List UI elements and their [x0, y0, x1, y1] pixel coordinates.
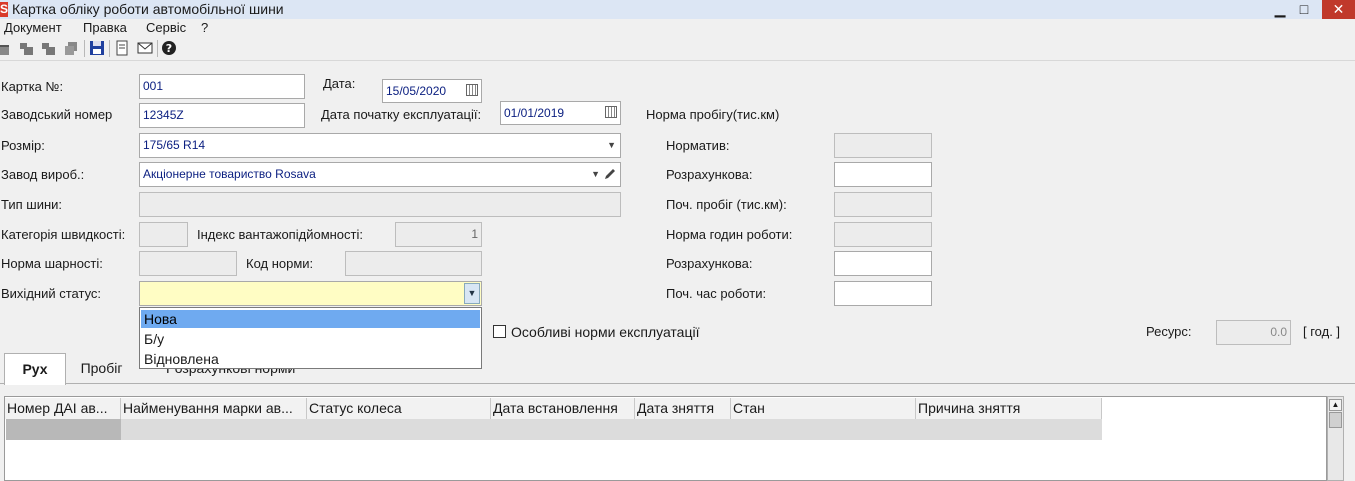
load-index-field[interactable]: 1 — [395, 222, 482, 247]
app-logo-icon: S — [0, 2, 8, 17]
load-index-label: Індекс вантажопідйомності: — [197, 227, 363, 242]
manufacturer-select[interactable]: Акціонерне товариство Rosava ▼ — [139, 162, 621, 187]
special-norms-label: Особливі норми експлуатації — [511, 324, 700, 340]
chevron-down-icon[interactable]: ▼ — [464, 283, 480, 304]
calendar-icon[interactable] — [466, 84, 478, 96]
calculated-mileage-input[interactable] — [834, 162, 932, 187]
resource-unit-label: [ год. ] — [1303, 324, 1341, 339]
resource-field[interactable]: 0.0 — [1216, 320, 1291, 345]
save-icon[interactable] — [89, 40, 105, 56]
minimize-button[interactable]: ▁ — [1268, 0, 1292, 19]
start-mileage-field[interactable] — [834, 192, 932, 217]
toolbar — [0, 37, 1355, 61]
menu-edit[interactable]: Правка — [83, 20, 127, 35]
start-date-input[interactable]: 01/01/2019 — [500, 101, 621, 125]
column-header-removal-reason[interactable]: Причина зняття — [916, 398, 1102, 419]
status-dropdown-list: Нова Б/у Відновлена — [139, 307, 482, 369]
hours-norm-field[interactable] — [834, 222, 932, 247]
initial-status-label: Вихідний статус: — [1, 286, 102, 301]
calculated-mileage-label: Розрахункова: — [666, 167, 753, 182]
scroll-thumb[interactable] — [1329, 412, 1342, 428]
speed-category-label: Категорія швидкості: — [1, 227, 126, 242]
tab-movement[interactable]: Рух — [4, 353, 66, 385]
toolbar-separator — [157, 40, 158, 57]
menu-document[interactable]: Документ — [4, 20, 62, 35]
status-option-restored[interactable]: Відновлена — [141, 350, 480, 368]
column-header-removal-date[interactable]: Дата зняття — [635, 398, 731, 419]
toolbar-separator — [84, 40, 85, 57]
toolbar-separator — [109, 40, 110, 57]
window-title: Картка обліку роботи автомобільної шини — [12, 1, 284, 17]
date-input[interactable]: 15/05/2020 — [382, 79, 482, 103]
speed-category-field[interactable] — [139, 222, 188, 247]
size-label: Розмір: — [1, 138, 45, 153]
chevron-down-icon[interactable]: ▼ — [591, 163, 600, 186]
column-header-wheel-status[interactable]: Статус колеса — [307, 398, 491, 419]
pencil-icon[interactable] — [603, 166, 617, 186]
special-norms-checkbox[interactable] — [493, 325, 506, 338]
resource-label: Ресурс: — [1146, 324, 1192, 339]
mail-icon[interactable] — [137, 40, 153, 56]
help-icon[interactable]: ? — [161, 40, 177, 56]
svg-text:?: ? — [166, 42, 172, 55]
tire-type-label: Тип шини: — [1, 197, 63, 212]
status-option-new[interactable]: Нова — [141, 310, 480, 328]
hours-norm-label: Норма годин роботи: — [666, 227, 793, 242]
start-date-label: Дата початку експлуатації: — [321, 107, 482, 122]
print-preview-icon[interactable] — [114, 40, 130, 56]
normative-label: Норматив: — [666, 138, 730, 153]
menu-help[interactable]: ? — [201, 20, 208, 35]
scroll-up-icon[interactable]: ▲ — [1329, 399, 1342, 411]
manufacturer-label: Завод вироб.: — [1, 167, 85, 182]
close-button[interactable]: ✕ — [1322, 0, 1355, 19]
norm-code-field[interactable] — [345, 251, 482, 276]
card-number-input[interactable]: 001 — [139, 74, 305, 99]
initial-status-select[interactable]: ▼ — [139, 281, 482, 306]
serial-number-label: Заводський номер — [1, 107, 113, 122]
table-row-selected-cell[interactable] — [6, 419, 121, 440]
tab-rail — [0, 383, 1355, 384]
delete-doc-icon[interactable] — [63, 40, 79, 56]
table-row[interactable] — [6, 419, 1102, 440]
normative-field[interactable] — [834, 133, 932, 158]
wear-norm-label: Норма шарності: — [1, 256, 103, 271]
column-header-plate[interactable]: Номер ДАІ ав... — [5, 398, 121, 419]
norm-code-label: Код норми: — [246, 256, 314, 271]
status-option-used[interactable]: Б/у — [141, 330, 480, 348]
calculated-hours-input[interactable] — [834, 251, 932, 276]
start-time-input[interactable] — [834, 281, 932, 306]
menu-service[interactable]: Сервіс — [146, 20, 186, 35]
serial-number-input[interactable]: 12345Z — [139, 103, 305, 128]
wear-norm-field[interactable] — [139, 251, 237, 276]
tab-mileage[interactable]: Пробіг — [64, 353, 139, 383]
card-number-label: Картка №: — [1, 79, 64, 94]
date-label: Дата: — [323, 76, 356, 91]
vertical-scrollbar[interactable]: ▲ — [1327, 396, 1344, 481]
maximize-button[interactable]: □ — [1292, 0, 1316, 19]
column-header-brand[interactable]: Найменування марки ав... — [121, 398, 307, 419]
size-select[interactable]: 175/65 R14 ▼ — [139, 133, 621, 158]
tire-type-field[interactable] — [139, 192, 621, 217]
start-time-label: Поч. час роботи: — [666, 286, 767, 301]
new-doc-icon[interactable] — [0, 40, 16, 56]
copy-doc-icon[interactable] — [41, 40, 57, 56]
start-mileage-label: Поч. пробіг (тис.км): — [666, 197, 787, 212]
calendar-icon[interactable] — [605, 106, 617, 118]
chevron-down-icon[interactable]: ▼ — [607, 134, 616, 157]
calculated-hours-label: Розрахункова: — [666, 256, 753, 271]
insert-doc-icon[interactable] — [19, 40, 35, 56]
column-header-install-date[interactable]: Дата встановлення — [491, 398, 635, 419]
mileage-norm-section-label: Норма пробігу(тис.км) — [646, 107, 780, 122]
column-header-condition[interactable]: Стан — [731, 398, 916, 419]
